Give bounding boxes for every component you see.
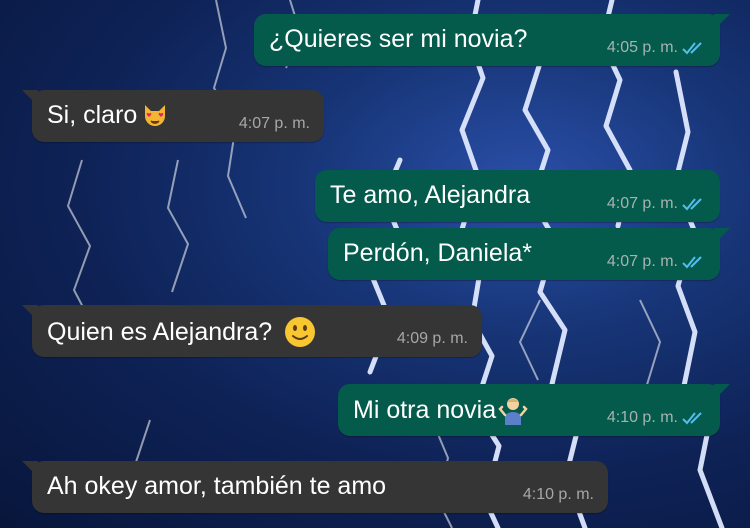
bubble-tail-icon	[714, 228, 730, 244]
message-meta: 4:10 p. m.	[523, 486, 594, 504]
message-bubble-outgoing[interactable]: Mi otra novia 4:10 p. m.	[338, 384, 730, 436]
message-bubble-outgoing[interactable]: Perdón, Daniela* 4:07 p. m.	[328, 228, 730, 280]
message-time: 4:10 p. m.	[606, 409, 678, 426]
message-meta: 4:05 p. m.	[607, 39, 706, 57]
bubble-tail-icon	[714, 384, 730, 400]
bubble-tail-icon	[22, 90, 38, 106]
message-time: 4:09 p. m.	[396, 330, 468, 347]
message-meta: 4:07 p. m.	[607, 195, 706, 213]
person-shrugging-icon	[498, 398, 528, 425]
message-meta: 4:09 p. m.	[397, 330, 468, 348]
double-check-icon	[682, 42, 702, 55]
bubble-tail-icon	[714, 14, 730, 30]
message-meta: 4:07 p. m.	[607, 253, 706, 271]
message-meta: 4:10 p. m.	[607, 409, 706, 427]
message-bubble-incoming[interactable]: Si, claro 4:07 p. m.	[22, 90, 324, 142]
slightly-smiling-face-icon	[285, 317, 316, 347]
message-text: Mi otra novia	[353, 395, 528, 425]
chat-view: ¿Quieres ser mi novia? 4:05 p. m. Si, cl…	[0, 0, 750, 528]
message-time: 4:07 p. m.	[606, 195, 678, 212]
double-check-icon	[682, 198, 702, 211]
message-bubble-incoming[interactable]: Quien es Alejandra? 4:09 p. m.	[22, 305, 482, 357]
bubble-tail-icon	[22, 305, 38, 321]
message-text: Ah okey amor, también te amo	[47, 472, 387, 500]
message-text: ¿Quieres ser mi novia?	[269, 25, 528, 53]
message-time: 4:05 p. m.	[606, 39, 678, 56]
message-time: 4:07 p. m.	[606, 253, 678, 270]
message-text: Perdón, Daniela*	[343, 239, 533, 267]
heart-eyes-cat-icon	[145, 104, 166, 126]
message-text: Te amo, Alejandra	[330, 181, 531, 209]
message-bubble-outgoing[interactable]: Te amo, Alejandra 4:07 p. m.	[315, 170, 720, 222]
bubble-tail-icon	[22, 461, 38, 477]
message-text: Si, claro	[47, 101, 169, 130]
message-bubble-incoming[interactable]: Ah okey amor, también te amo 4:10 p. m.	[22, 461, 608, 513]
message-bubble-outgoing[interactable]: ¿Quieres ser mi novia? 4:05 p. m.	[254, 14, 730, 66]
message-time: 4:10 p. m.	[522, 486, 594, 503]
message-meta: 4:07 p. m.	[239, 115, 310, 133]
double-check-icon	[682, 412, 702, 425]
double-check-icon	[682, 256, 702, 269]
message-text: Quien es Alejandra?	[47, 316, 316, 348]
message-time: 4:07 p. m.	[238, 115, 310, 132]
